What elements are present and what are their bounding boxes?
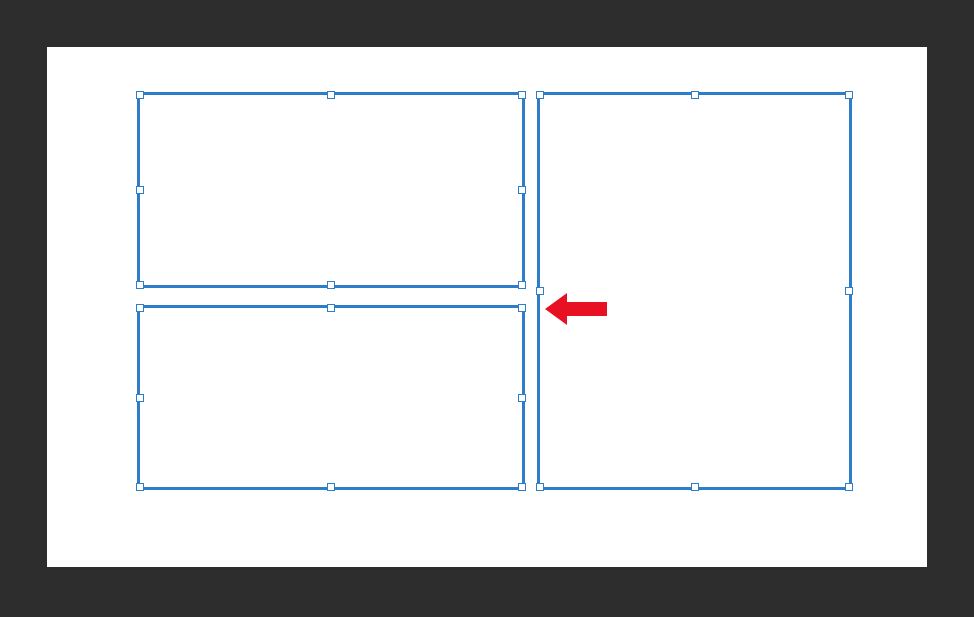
shape-rectangle-top-left[interactable] xyxy=(137,92,525,288)
shape-rectangle-bottom-left[interactable] xyxy=(137,305,525,490)
resize-handle-bottom-right[interactable] xyxy=(845,483,853,491)
resize-handle-bottom-right[interactable] xyxy=(518,281,526,289)
resize-handle-bottom-left[interactable] xyxy=(136,483,144,491)
resize-handle-middle-left[interactable] xyxy=(136,186,144,194)
resize-handle-top-middle[interactable] xyxy=(691,91,699,99)
resize-handle-top-left[interactable] xyxy=(136,304,144,312)
resize-handle-top-right[interactable] xyxy=(518,304,526,312)
drawing-canvas[interactable] xyxy=(47,47,927,567)
resize-handle-top-middle[interactable] xyxy=(327,91,335,99)
resize-handle-top-middle[interactable] xyxy=(327,304,335,312)
resize-handle-bottom-right[interactable] xyxy=(518,483,526,491)
resize-handle-top-right[interactable] xyxy=(518,91,526,99)
resize-handle-top-left[interactable] xyxy=(136,91,144,99)
resize-handle-bottom-middle[interactable] xyxy=(691,483,699,491)
resize-handle-middle-right[interactable] xyxy=(518,186,526,194)
resize-handle-bottom-left[interactable] xyxy=(536,483,544,491)
resize-handle-top-right[interactable] xyxy=(845,91,853,99)
resize-handle-middle-left[interactable] xyxy=(136,394,144,402)
resize-handle-bottom-left[interactable] xyxy=(136,281,144,289)
resize-handle-middle-right[interactable] xyxy=(845,287,853,295)
resize-handle-middle-right[interactable] xyxy=(518,394,526,402)
resize-handle-bottom-middle[interactable] xyxy=(327,281,335,289)
resize-handle-top-left[interactable] xyxy=(536,91,544,99)
resize-handle-bottom-middle[interactable] xyxy=(327,483,335,491)
arrow-left-icon xyxy=(545,289,607,329)
resize-handle-middle-left[interactable] xyxy=(536,287,544,295)
